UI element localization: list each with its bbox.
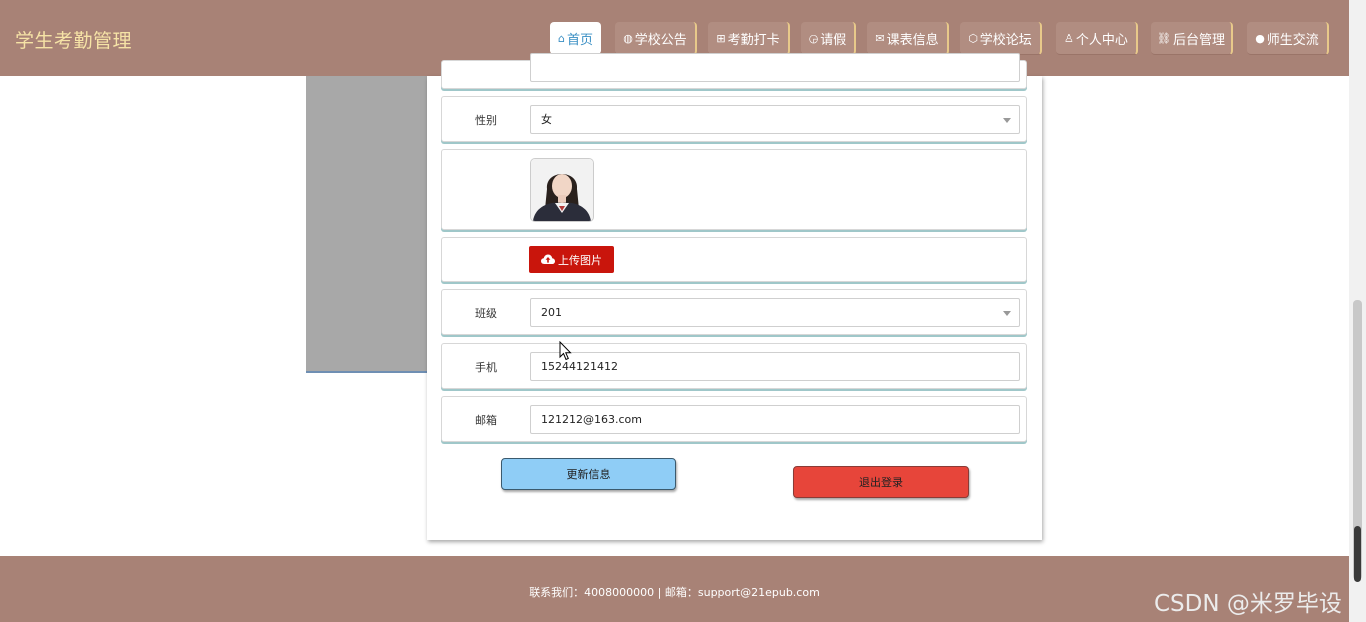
form-row-phone: 手机 15244121412 [441,343,1027,389]
mouse-cursor-icon [559,341,572,361]
nav-home[interactable]: ⌂ 首页 [550,22,601,55]
nav-label: 请假 [820,32,847,48]
cloud-upload-icon [541,254,555,264]
nav-label: 首页 [566,32,593,48]
gender-value: 女 [541,113,552,126]
nav-leave[interactable]: ◶ 请假 [801,22,856,55]
form-row-gender: 性别 女 [441,96,1027,142]
update-info-button[interactable]: 更新信息 [501,458,676,490]
nav-school-notice[interactable]: ◍ 学校公告 [615,22,697,55]
class-value: 201 [541,306,562,319]
nav-admin[interactable]: ⛓ 后台管理 [1151,22,1233,55]
email-label: 邮箱 [475,414,497,427]
side-panel [306,76,427,373]
grid-icon: ⊞ [716,31,726,45]
scrollbar-position-marker[interactable] [1354,526,1361,582]
form-row-email: 邮箱 121212@163.com [441,396,1027,442]
chat-icon: ● [1255,31,1265,45]
email-value: 121212@163.com [541,413,642,426]
nav-school-forum[interactable]: ⬡ 学校论坛 [960,22,1042,55]
footer-contact: 联系我们：4008000000 | 邮箱：support@21epub.com [529,586,820,599]
logout-button[interactable]: 退出登录 [793,466,969,498]
phone-value: 15244121412 [541,360,618,373]
home-icon: ⌂ [558,31,565,45]
cube-icon: ⬡ [968,31,978,45]
main-nav: ⌂ 首页 ◍ 学校公告 ⊞ 考勤打卡 ◶ 请假 ✉ 课表信息 ⬡ 学校论坛 ♙ 个人中心 ⛓ 后… [0,22,1349,55]
form-row-class: 班级 201 [441,289,1027,335]
nav-timetable[interactable]: ✉ 课表信息 [867,22,949,55]
upload-label: 上传图片 [558,253,602,267]
globe-icon: ◍ [623,31,633,45]
nav-label: 师生交流 [1266,32,1319,48]
email-input[interactable]: 121212@163.com [530,405,1020,434]
form-row-upload: 上传图片 [441,237,1027,282]
avatar-photo-icon [531,159,593,221]
page-footer: 联系我们：4008000000 | 邮箱：support@21epub.com [0,556,1349,622]
nav-label: 学校论坛 [979,32,1032,48]
chevron-down-icon [1003,118,1011,123]
user-icon: ♙ [1064,31,1074,45]
clock-icon: ◶ [808,31,819,45]
phone-input[interactable]: 15244121412 [530,352,1020,381]
gender-label: 性别 [475,114,497,127]
mail-icon: ✉ [875,31,885,45]
class-label: 班级 [475,307,497,320]
nav-label: 后台管理 [1172,32,1225,48]
nav-label: 个人中心 [1075,32,1128,48]
avatar [530,158,594,222]
class-select[interactable]: 201 [530,298,1020,327]
nav-label: 考勤打卡 [727,32,780,48]
phone-label: 手机 [475,361,497,374]
chevron-down-icon [1003,311,1011,316]
nav-teacher-student-chat[interactable]: ● 师生交流 [1247,22,1329,55]
nav-personal-center[interactable]: ♙ 个人中心 [1056,22,1138,55]
form-row-avatar [441,149,1027,230]
nav-attendance-checkin[interactable]: ⊞ 考勤打卡 [708,22,790,55]
vertical-scrollbar[interactable] [1349,0,1366,622]
partial-field[interactable] [530,53,1020,82]
link-icon: ⛓ [1157,31,1171,45]
nav-label: 学校公告 [634,32,687,48]
csdn-watermark: CSDN @米罗毕设 [1154,591,1342,617]
gender-select[interactable]: 女 [530,105,1020,134]
form-row-partial [441,53,1027,89]
upload-image-button[interactable]: 上传图片 [529,246,614,273]
nav-label: 课表信息 [886,32,939,48]
